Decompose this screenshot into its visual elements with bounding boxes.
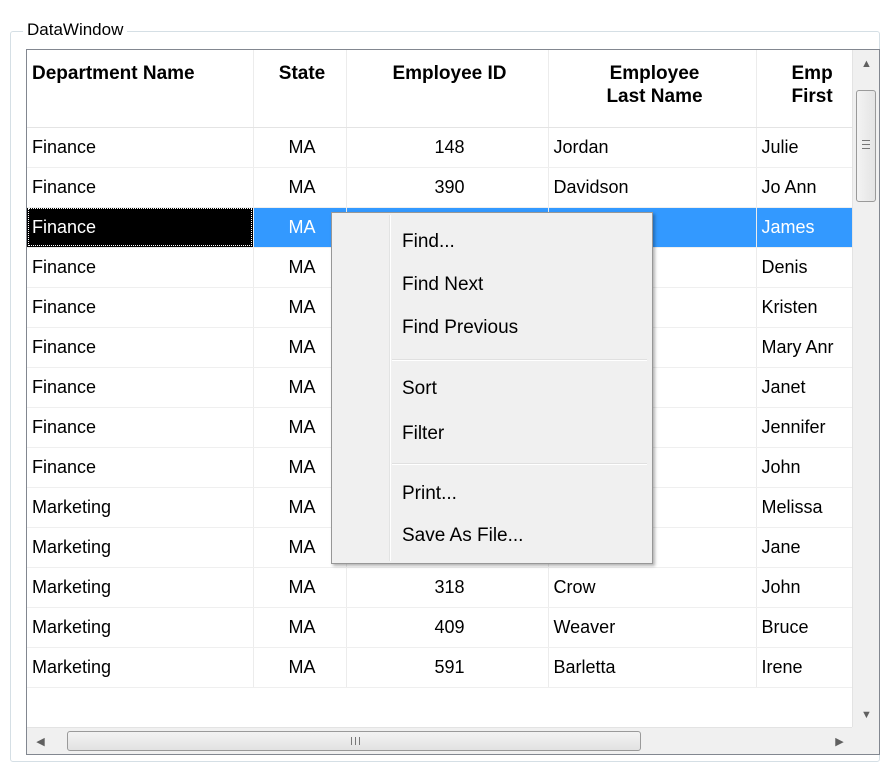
cell-employee-id[interactable]: 148 [346, 127, 549, 168]
menu-item-find-next[interactable]: Find Next [402, 265, 642, 305]
cell-department-name[interactable]: Finance [27, 327, 254, 368]
cell-department-name[interactable]: Finance [27, 407, 254, 448]
cell-state[interactable]: MA [253, 607, 347, 648]
thumb-grip-icon [862, 140, 870, 149]
cell-department-name[interactable]: Finance [27, 287, 254, 328]
cell-department-name[interactable]: Finance [27, 367, 254, 408]
cell-department-name[interactable]: Marketing [27, 487, 254, 528]
cell-state[interactable]: MA [253, 127, 347, 168]
cell-employee-first-name[interactable]: Irene [756, 647, 853, 688]
cell-employee-id[interactable]: 591 [346, 647, 549, 688]
menu-item-sort[interactable]: Sort [402, 369, 642, 409]
cell-employee-first-name[interactable]: Denis [756, 247, 853, 288]
cell-employee-first-name[interactable]: Julie [756, 127, 853, 168]
cell-employee-last-name[interactable]: Jordan [548, 127, 757, 168]
menu-item-save-as-file[interactable]: Save As File... [402, 516, 642, 556]
menu-item-find-previous[interactable]: Find Previous [402, 308, 642, 348]
table-row[interactable]: Marketing MA 591 Barletta Irene [27, 647, 853, 688]
cell-employee-last-name[interactable]: Crow [548, 567, 757, 608]
cell-department-name[interactable]: Finance [27, 167, 254, 208]
cell-employee-first-name[interactable]: Jo Ann [756, 167, 853, 208]
context-menu: Find... Find Next Find Previous Sort Fil… [331, 212, 653, 564]
scroll-right-arrow-icon[interactable]: ▶ [826, 728, 853, 754]
menu-separator [392, 463, 647, 465]
cell-employee-first-name[interactable]: John [756, 447, 853, 488]
cell-department-name[interactable]: Finance [27, 127, 254, 168]
scrollbar-corner [852, 727, 879, 754]
column-header-employee-id[interactable]: Employee ID [346, 50, 549, 128]
cell-department-name[interactable]: Marketing [27, 527, 254, 568]
cell-employee-last-name[interactable]: Weaver [548, 607, 757, 648]
employee-id-label: Employee ID [392, 63, 507, 84]
cell-department-name[interactable]: Finance [27, 247, 254, 288]
column-header-employee-first-name[interactable]: Emp First [756, 50, 853, 128]
cell-employee-id[interactable]: 390 [346, 167, 549, 208]
cell-department-name[interactable]: Finance [27, 207, 254, 248]
menu-icon-gutter [389, 215, 391, 561]
table-row[interactable]: Finance MA 148 Jordan Julie [27, 127, 853, 168]
column-header-department-name[interactable]: Department Name [27, 50, 254, 128]
employee-last-name-label: Employee Last Name [606, 63, 703, 107]
vertical-scroll-thumb[interactable] [856, 90, 876, 202]
thumb-grip-icon [351, 737, 360, 745]
cell-employee-last-name[interactable]: Barletta [548, 647, 757, 688]
menu-item-filter[interactable]: Filter [402, 414, 642, 454]
scroll-left-arrow-icon[interactable]: ◀ [27, 728, 54, 754]
cell-employee-first-name[interactable]: Jane [756, 527, 853, 568]
cell-employee-first-name[interactable]: Bruce [756, 607, 853, 648]
horizontal-scroll-thumb[interactable] [67, 731, 641, 751]
cell-employee-last-name[interactable]: Davidson [548, 167, 757, 208]
cell-employee-first-name[interactable]: John [756, 567, 853, 608]
cell-employee-id[interactable]: 409 [346, 607, 549, 648]
cell-state[interactable]: MA [253, 167, 347, 208]
table-row[interactable]: Marketing MA 409 Weaver Bruce [27, 607, 853, 648]
table-row[interactable]: Finance MA 390 Davidson Jo Ann [27, 167, 853, 208]
cell-employee-first-name[interactable]: Mary Anr [756, 327, 853, 368]
cell-state[interactable]: MA [253, 647, 347, 688]
employee-first-name-label: Emp First [791, 63, 833, 107]
column-header-employee-last-name[interactable]: Employee Last Name [548, 50, 757, 128]
cell-department-name[interactable]: Marketing [27, 647, 254, 688]
cell-employee-first-name[interactable]: Jennifer [756, 407, 853, 448]
scroll-down-arrow-icon[interactable]: ▼ [853, 701, 879, 728]
menu-item-print[interactable]: Print... [402, 474, 642, 514]
column-header-state[interactable]: State [253, 50, 347, 128]
table-row[interactable]: Marketing MA 318 Crow John [27, 567, 853, 608]
cell-employee-first-name[interactable]: James [756, 207, 853, 248]
cell-employee-id[interactable]: 318 [346, 567, 549, 608]
horizontal-scrollbar[interactable]: ◀ ▶ [27, 727, 853, 754]
menu-separator [392, 359, 647, 361]
scroll-up-arrow-icon[interactable]: ▲ [853, 50, 879, 77]
cell-employee-first-name[interactable]: Janet [756, 367, 853, 408]
cell-department-name[interactable]: Finance [27, 447, 254, 488]
menu-item-find[interactable]: Find... [402, 222, 642, 262]
vertical-scrollbar[interactable]: ▲ ▼ [852, 50, 879, 728]
header-row: Department Name State Employee ID Employ… [27, 50, 853, 128]
cell-employee-first-name[interactable]: Melissa [756, 487, 853, 528]
cell-employee-first-name[interactable]: Kristen [756, 287, 853, 328]
groupbox-title: DataWindow [23, 20, 128, 40]
cell-department-name[interactable]: Marketing [27, 567, 254, 608]
cell-state[interactable]: MA [253, 567, 347, 608]
cell-department-name[interactable]: Marketing [27, 607, 254, 648]
